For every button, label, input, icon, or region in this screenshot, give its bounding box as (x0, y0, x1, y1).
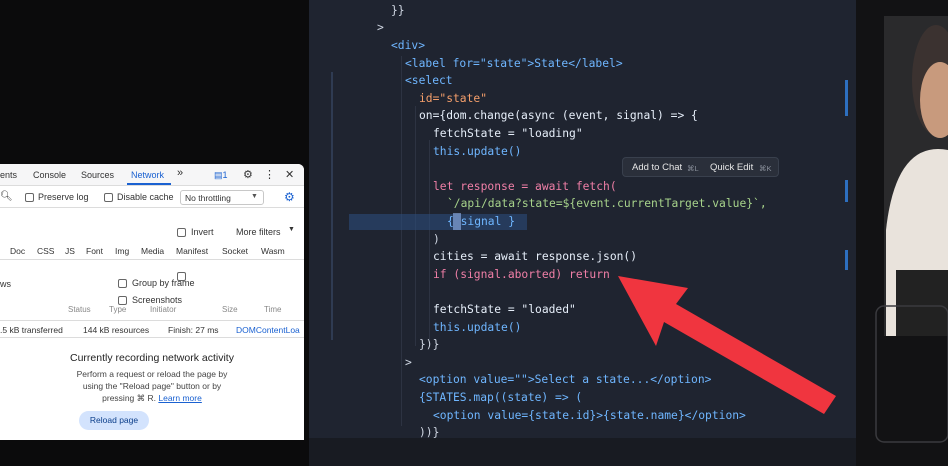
screenshots-label: Screenshots (132, 295, 183, 305)
tab-elements[interactable]: ents (0, 170, 17, 180)
code-line: { signal } (447, 215, 516, 228)
more-filters-chevron-icon: ▼ (288, 226, 295, 233)
more-filters-button[interactable]: More filters (236, 227, 281, 237)
editor-bottom-bar (309, 438, 856, 466)
col-status[interactable]: Status (68, 305, 91, 314)
throttling-value: No throttling (185, 193, 231, 203)
empty-state-text: Perform a request or reload the page by … (40, 368, 264, 404)
code-line: })} (419, 338, 440, 351)
devtools-panel: ents Console Sources Network » ▤1 ⚙ ⋮ ✕ … (0, 164, 304, 440)
disable-cache-checkbox[interactable] (104, 193, 113, 202)
invert-label: Invert (191, 227, 214, 237)
code-line: this.update() (433, 145, 522, 158)
reload-page-button[interactable]: Reload page (79, 411, 149, 430)
filter-media[interactable]: Media (141, 246, 164, 256)
red-arrow-annotation (618, 276, 836, 414)
code-line: {STATES.map((state) => ( (419, 391, 583, 404)
chevron-down-icon: ▼ (251, 193, 258, 200)
empty-line-2: using the "Reload page" button or by (82, 381, 222, 391)
col-size[interactable]: Size (222, 305, 238, 314)
code-line: let response = await fetch( (433, 180, 617, 193)
resource-type-filters: Doc CSS JS Font Img Media Manifest Socke… (0, 242, 304, 260)
tab-sources[interactable]: Sources (81, 170, 114, 180)
filter-css[interactable]: CSS (37, 246, 54, 256)
preserve-log-checkbox[interactable] (25, 193, 34, 202)
invert-checkbox-box[interactable] (177, 228, 186, 237)
network-toolbar: 🔍︎ Preserve log Disable cache No throttl… (0, 186, 304, 208)
network-summary-bar: .5 kB transferred 144 kB resources Finis… (0, 320, 304, 338)
code-line: <div> (391, 39, 426, 52)
more-tabs-icon[interactable]: » (177, 167, 183, 179)
quick-edit-button[interactable]: Quick Edit (710, 162, 753, 173)
code-line: fetchState = "loading" (433, 127, 583, 140)
devtools-tab-bar: ents Console Sources Network » ▤1 ⚙ ⋮ ✕ (0, 164, 304, 186)
code-line: > (405, 356, 412, 369)
filter-manifest[interactable]: Manifest (176, 246, 208, 256)
code-line: <select (405, 74, 453, 87)
active-tab-underline (127, 183, 171, 185)
code-line: }} (391, 4, 405, 17)
ws-fragment: ws (0, 279, 11, 289)
close-devtools-icon[interactable]: ✕ (285, 168, 294, 181)
finish-stat: Finish: 27 ms (168, 325, 219, 335)
arrow-shape (618, 276, 836, 414)
filter-doc[interactable]: Doc (10, 246, 25, 256)
add-to-chat-button[interactable]: Add to Chat (632, 162, 682, 173)
col-initiator[interactable]: Initiator (150, 305, 176, 314)
kebab-menu-icon[interactable]: ⋮ (264, 168, 275, 181)
col-time[interactable]: Time (264, 305, 281, 314)
presenter-video (875, 16, 948, 443)
selection-action-popup: Add to Chat ⌘L Quick Edit ⌘K (622, 157, 779, 177)
network-settings-gear-icon[interactable]: ⚙ (284, 190, 295, 204)
code-line: this.update() (433, 321, 522, 334)
code-line: <label for="state">State</label> (405, 57, 623, 70)
code-line: on={dom.change(async (event, signal) => … (419, 109, 698, 122)
issues-badge: 1 (222, 170, 228, 180)
throttling-select[interactable]: No throttling ▼ (180, 190, 264, 205)
tab-network[interactable]: Network (131, 170, 164, 180)
filter-socket[interactable]: Socket (222, 246, 248, 256)
domcontentloaded-stat: DOMContentLoa (236, 325, 300, 335)
disable-cache-label: Disable cache (117, 192, 174, 202)
issues-icon[interactable]: ▤1 (214, 170, 228, 181)
code-line: fetchState = "loaded" (433, 303, 576, 316)
learn-more-link[interactable]: Learn more (158, 393, 201, 403)
code-line: `/api/data?state=${event.currentTarget.v… (447, 197, 767, 210)
filter-wasm[interactable]: Wasm (261, 246, 285, 256)
screenshots-checkbox[interactable] (118, 296, 127, 305)
code-line: > (377, 21, 384, 34)
code-line: id="state" (419, 92, 488, 105)
quick-edit-shortcut: ⌘K (759, 164, 772, 173)
group-by-frame-checkbox[interactable] (118, 279, 127, 288)
tab-console[interactable]: Console (33, 170, 66, 180)
code-line: ))} (419, 426, 440, 438)
empty-state-title: Currently recording network activity (70, 352, 234, 364)
add-to-chat-shortcut: ⌘L (687, 164, 699, 173)
empty-line-3-text: pressing ⌘ R. (102, 393, 156, 403)
search-icon[interactable]: 🔍︎ (0, 191, 13, 202)
transferred-stat: .5 kB transferred (0, 325, 63, 335)
settings-gear-icon[interactable]: ⚙ (243, 168, 253, 181)
filter-font[interactable]: Font (86, 246, 103, 256)
filter-js[interactable]: JS (65, 246, 75, 256)
resources-stat: 144 kB resources (83, 325, 150, 335)
code-line: if (signal.aborted) return (433, 268, 610, 281)
code-line: cities = await response.json() (433, 250, 638, 263)
group-by-frame-label: Group by frame (132, 278, 195, 288)
code-line: ) (433, 233, 440, 246)
preserve-log-label: Preserve log (38, 192, 89, 202)
webcam-overlay (856, 0, 948, 466)
filter-img[interactable]: Img (115, 246, 129, 256)
col-type[interactable]: Type (109, 305, 126, 314)
empty-line-1: Perform a request or reload the page by (76, 369, 228, 379)
empty-line-3: pressing ⌘ R. Learn more (40, 392, 264, 404)
